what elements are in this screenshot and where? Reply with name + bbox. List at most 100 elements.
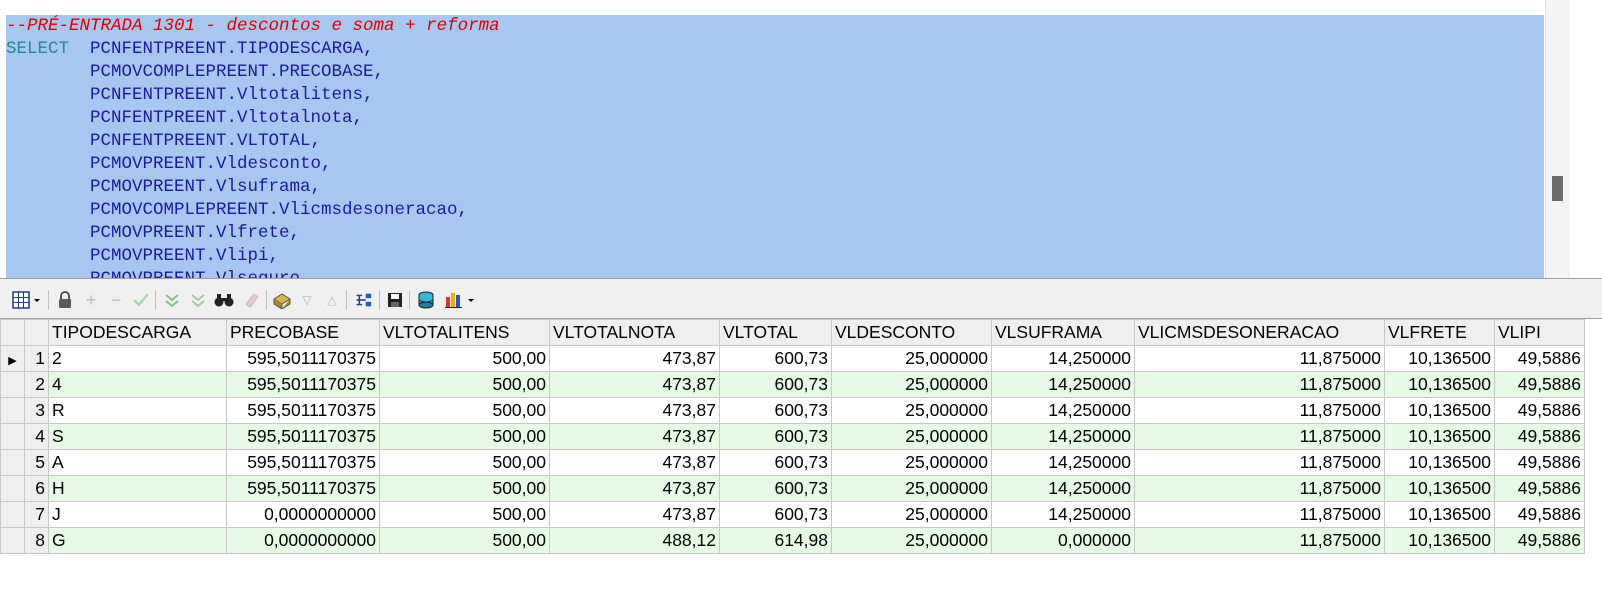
cell-vlicmsdesoneracao[interactable]: 11,875000 (1134, 527, 1385, 554)
add-record-icon[interactable]: + (81, 290, 101, 310)
sql-editor[interactable]: --PRÉ-ENTRADA 1301 - descontos e soma + … (0, 0, 1602, 279)
column-header-vltotal[interactable]: VLTOTAL (719, 319, 832, 346)
row-indicator[interactable] (0, 371, 25, 398)
cell-vlfrete[interactable]: 10,136500 (1384, 527, 1495, 554)
cell-vltotalitens[interactable]: 500,00 (379, 501, 550, 528)
cell-vldesconto[interactable]: 25,000000 (831, 423, 992, 450)
cell-vldesconto[interactable]: 25,000000 (831, 397, 992, 424)
cell-tipodescarga[interactable]: 4 (48, 371, 227, 398)
database-icon[interactable] (416, 290, 436, 310)
cell-vlicmsdesoneracao[interactable]: 11,875000 (1134, 501, 1385, 528)
cell-precobase[interactable]: 0,0000000000 (226, 501, 380, 528)
row-indicator[interactable] (0, 501, 25, 528)
cell-vltotalitens[interactable]: 500,00 (379, 449, 550, 476)
table-row[interactable]: 5 A 595,5011170375 500,00 473,87 600,73 25,000… (0, 449, 1585, 476)
row-indicator[interactable] (0, 423, 25, 450)
cell-vlicmsdesoneracao[interactable]: 11,875000 (1134, 397, 1385, 424)
table-row[interactable]: 7 J 0,0000000000 500,00 473,87 600,73 25,00000… (0, 501, 1585, 528)
cell-vltotalnota[interactable]: 473,87 (549, 475, 720, 502)
move-up-icon[interactable]: △ (322, 290, 342, 310)
cell-precobase[interactable]: 595,5011170375 (226, 423, 380, 450)
cell-vltotalnota[interactable]: 488,12 (549, 527, 720, 554)
cell-vlicmsdesoneracao[interactable]: 11,875000 (1134, 449, 1385, 476)
table-row[interactable]: 2 4 595,5011170375 500,00 473,87 600,73 25,000… (0, 371, 1585, 398)
editor-vertical-scrollbar[interactable] (1545, 0, 1570, 278)
export-icon[interactable] (272, 290, 292, 310)
cell-vldesconto[interactable]: 25,000000 (831, 527, 992, 554)
cell-vldesconto[interactable]: 25,000000 (831, 345, 992, 372)
cell-tipodescarga[interactable]: 2 (48, 345, 227, 372)
cell-vlsuframa[interactable]: 14,250000 (991, 475, 1135, 502)
table-row[interactable]: ▶ 1 2 595,5011170375 500,00 473,87 600,73 25,00… (0, 345, 1585, 372)
cell-vltotalitens[interactable]: 500,00 (379, 345, 550, 372)
cell-vlsuframa[interactable]: 14,250000 (991, 345, 1135, 372)
table-row[interactable]: 8 G 0,0000000000 500,00 488,12 614,98 25,00000… (0, 527, 1585, 554)
row-indicator[interactable]: ▶ (0, 345, 25, 372)
cell-vlipi[interactable]: 49,5886 (1494, 397, 1585, 424)
column-header-vltotalitens[interactable]: VLTOTALITENS (379, 319, 550, 346)
cell-vltotal[interactable]: 600,73 (719, 501, 832, 528)
column-header-vlipi[interactable]: VLIPI (1494, 319, 1585, 346)
cell-tipodescarga[interactable]: A (48, 449, 227, 476)
cell-vlicmsdesoneracao[interactable]: 11,875000 (1134, 475, 1385, 502)
cell-vltotalitens[interactable]: 500,00 (379, 397, 550, 424)
cell-vltotalitens[interactable]: 500,00 (379, 527, 550, 554)
cell-vlfrete[interactable]: 10,136500 (1384, 423, 1495, 450)
cell-precobase[interactable]: 595,5011170375 (226, 397, 380, 424)
cell-vldesconto[interactable]: 25,000000 (831, 449, 992, 476)
cell-vlsuframa[interactable]: 0,000000 (991, 527, 1135, 554)
cell-vlfrete[interactable]: 10,136500 (1384, 371, 1495, 398)
cell-vlipi[interactable]: 49,5886 (1494, 345, 1585, 372)
grid-menu-icon[interactable] (10, 290, 44, 310)
row-indicator[interactable] (0, 397, 25, 424)
cell-vlipi[interactable]: 49,5886 (1494, 501, 1585, 528)
lock-icon[interactable] (55, 290, 75, 310)
cell-vlsuframa[interactable]: 14,250000 (991, 371, 1135, 398)
cell-vlfrete[interactable]: 10,136500 (1384, 501, 1495, 528)
filter-down-icon[interactable] (162, 290, 182, 310)
cell-vltotalnota[interactable]: 473,87 (549, 423, 720, 450)
cell-vlicmsdesoneracao[interactable]: 11,875000 (1134, 371, 1385, 398)
row-indicator[interactable] (0, 449, 25, 476)
cell-vltotalnota[interactable]: 473,87 (549, 501, 720, 528)
cell-vldesconto[interactable]: 25,000000 (831, 501, 992, 528)
cell-vltotalnota[interactable]: 473,87 (549, 397, 720, 424)
cell-vltotal[interactable]: 600,73 (719, 371, 832, 398)
cell-vltotal[interactable]: 614,98 (719, 527, 832, 554)
clear-eraser-icon[interactable] (242, 290, 262, 310)
row-indicator[interactable] (0, 527, 25, 554)
filter-double-icon[interactable] (188, 290, 208, 310)
cell-vltotalnota[interactable]: 473,87 (549, 449, 720, 476)
cell-precobase[interactable]: 0,0000000000 (226, 527, 380, 554)
column-header-precobase[interactable]: PRECOBASE (226, 319, 380, 346)
cell-vltotalnota[interactable]: 473,87 (549, 345, 720, 372)
cell-vlipi[interactable]: 49,5886 (1494, 423, 1585, 450)
cell-vlsuframa[interactable]: 14,250000 (991, 449, 1135, 476)
cell-tipodescarga[interactable]: J (48, 501, 227, 528)
column-header-vltotalnota[interactable]: VLTOTALNOTA (549, 319, 720, 346)
cell-vlfrete[interactable]: 10,136500 (1384, 475, 1495, 502)
cell-tipodescarga[interactable]: H (48, 475, 227, 502)
cell-vlipi[interactable]: 49,5886 (1494, 475, 1585, 502)
cell-vlicmsdesoneracao[interactable]: 11,875000 (1134, 345, 1385, 372)
cell-vltotal[interactable]: 600,73 (719, 345, 832, 372)
sql-selection[interactable]: --PRÉ-ENTRADA 1301 - descontos e soma + … (6, 15, 1544, 278)
cell-vlipi[interactable]: 49,5886 (1494, 527, 1585, 554)
cell-vlfrete[interactable]: 10,136500 (1384, 345, 1495, 372)
find-binoculars-icon[interactable] (214, 290, 234, 310)
cell-precobase[interactable]: 595,5011170375 (226, 449, 380, 476)
cell-vlsuframa[interactable]: 14,250000 (991, 501, 1135, 528)
remove-record-icon[interactable]: − (106, 290, 126, 310)
chart-menu-icon[interactable] (444, 290, 478, 310)
cell-vlipi[interactable]: 49,5886 (1494, 449, 1585, 476)
cell-vlsuframa[interactable]: 14,250000 (991, 397, 1135, 424)
post-check-icon[interactable] (131, 290, 151, 310)
cell-vltotal[interactable]: 600,73 (719, 423, 832, 450)
row-indicator[interactable] (0, 475, 25, 502)
cell-vltotalitens[interactable]: 500,00 (379, 475, 550, 502)
move-down-icon[interactable]: ▽ (297, 290, 317, 310)
cell-vlicmsdesoneracao[interactable]: 11,875000 (1134, 423, 1385, 450)
column-header-vldesconto[interactable]: VLDESCONTO (831, 319, 992, 346)
cell-tipodescarga[interactable]: G (48, 527, 227, 554)
cell-vltotalitens[interactable]: 500,00 (379, 371, 550, 398)
